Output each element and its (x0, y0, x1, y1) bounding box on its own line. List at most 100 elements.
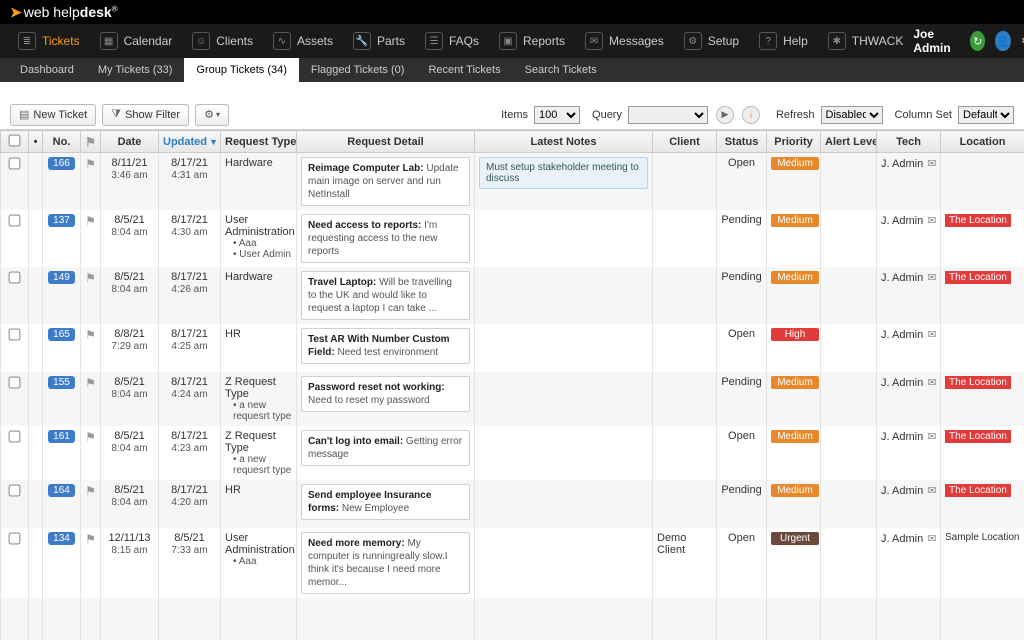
subtab[interactable]: Flagged Tickets (0) (299, 58, 417, 82)
gear-icon: ⚙ (684, 32, 702, 50)
nav-item-tickets[interactable]: ≣Tickets (8, 24, 90, 58)
subtab[interactable]: Group Tickets (34) (184, 58, 298, 82)
table-row[interactable]: 149⚑8/5/218:04 am8/17/214:26 amHardwareT… (1, 267, 1024, 324)
subtab[interactable]: Recent Tickets (416, 58, 512, 82)
ticket-number[interactable]: 149 (48, 271, 75, 284)
col-flag[interactable]: ⚑ (81, 131, 101, 153)
row-checkbox[interactable] (9, 329, 21, 341)
query-run-button[interactable]: ▶ (716, 106, 734, 124)
nav-item-calendar[interactable]: ▦Calendar (90, 24, 183, 58)
ticket-number[interactable]: 164 (48, 484, 75, 497)
flag-icon[interactable]: ⚑ (85, 484, 96, 498)
mail-icon[interactable]: ✉ (927, 377, 936, 389)
mail-icon[interactable]: ✉ (927, 431, 936, 443)
flag-icon[interactable]: ⚑ (85, 430, 96, 444)
flag-icon[interactable]: ⚑ (85, 157, 96, 171)
ticket-number[interactable]: 155 (48, 376, 75, 389)
col-client[interactable]: Client (653, 131, 717, 153)
col-reqtype[interactable]: Request Type (221, 131, 297, 153)
row-checkbox[interactable] (9, 272, 21, 284)
funnel-icon: ⧩ (111, 108, 121, 121)
nav-item-parts[interactable]: 🔧Parts (343, 24, 415, 58)
ticket-number[interactable]: 161 (48, 430, 75, 443)
items-select[interactable]: 100 (534, 106, 580, 124)
nav-item-help[interactable]: ?Help (749, 24, 818, 58)
table-row[interactable]: 155⚑8/5/218:04 am8/17/214:24 amZ Request… (1, 372, 1024, 426)
row-checkbox[interactable] (9, 431, 21, 443)
col-alert[interactable]: Alert Level (821, 131, 877, 153)
list-icon: ≣ (18, 32, 36, 50)
row-checkbox[interactable] (9, 533, 21, 545)
settings-menu-button[interactable]: ⚙▾ (195, 104, 229, 126)
request-detail[interactable]: Can't log into email: Getting error mess… (301, 430, 470, 466)
col-detail[interactable]: Request Detail (297, 131, 475, 153)
col-no[interactable]: No. (43, 131, 81, 153)
table-row[interactable]: 134⚑12/11/138:15 am8/5/217:33 amUser Adm… (1, 528, 1024, 598)
row-checkbox[interactable] (9, 485, 21, 497)
flag-icon[interactable]: ⚑ (85, 271, 96, 285)
table-row[interactable]: 164⚑8/5/218:04 am8/17/214:20 amHRSend em… (1, 480, 1024, 528)
table-row[interactable]: 161⚑8/5/218:04 am8/17/214:23 amZ Request… (1, 426, 1024, 480)
request-detail[interactable]: Need more memory: My computer is running… (301, 532, 470, 594)
subtab[interactable]: My Tickets (33) (86, 58, 185, 82)
tech-cell: J. Admin✉ (877, 153, 941, 211)
tech-cell: J. Admin✉ (877, 210, 941, 267)
status-indicator-icon[interactable]: ↻ (970, 31, 985, 51)
mail-icon[interactable]: ✉ (927, 158, 936, 170)
table-row[interactable]: 137⚑8/5/218:04 am8/17/214:30 amUser Admi… (1, 210, 1024, 267)
col-notes[interactable]: Latest Notes (475, 131, 653, 153)
avatar-icon[interactable]: 👤 (995, 31, 1010, 51)
request-detail[interactable]: Travel Laptop: Will be travelling to the… (301, 271, 470, 320)
nav-item-reports[interactable]: ▣Reports (489, 24, 575, 58)
flag-icon[interactable]: ⚑ (85, 376, 96, 390)
col-location[interactable]: Location (941, 131, 1024, 153)
nav-item-setup[interactable]: ⚙Setup (674, 24, 749, 58)
nav-item-faqs[interactable]: ☰FAQs (415, 24, 489, 58)
ticket-number[interactable]: 134 (48, 532, 75, 545)
flag-icon[interactable]: ⚑ (85, 328, 96, 342)
mail-icon[interactable]: ✉ (927, 272, 936, 284)
mail-icon[interactable]: ✉ (927, 215, 936, 227)
subtab[interactable]: Dashboard (8, 58, 86, 82)
nav-item-assets[interactable]: ∿Assets (263, 24, 343, 58)
show-filter-button[interactable]: ⧩ Show Filter (102, 104, 189, 126)
refresh-select[interactable]: Disabled (821, 106, 883, 124)
request-detail[interactable]: Need access to reports: I'm requesting a… (301, 214, 470, 263)
col-priority[interactable]: Priority (767, 131, 821, 153)
subtab[interactable]: Search Tickets (513, 58, 609, 82)
col-bullet[interactable]: • (29, 131, 43, 153)
flag-icon[interactable]: ⚑ (85, 532, 96, 546)
mail-icon[interactable]: ✉ (927, 329, 936, 341)
date-cell: 8/5/218:04 am (101, 210, 159, 267)
row-checkbox[interactable] (9, 377, 21, 389)
nav-item-thwack[interactable]: ✱THWACK (818, 24, 914, 58)
request-detail[interactable]: Password reset not working: Need to rese… (301, 376, 470, 412)
row-checkbox[interactable] (9, 158, 21, 170)
select-all-checkbox[interactable] (9, 134, 21, 146)
request-detail[interactable]: Test AR With Number Custom Field: Need t… (301, 328, 470, 364)
nav-item-messages[interactable]: ✉Messages (575, 24, 674, 58)
row-checkbox[interactable] (9, 215, 21, 227)
mail-icon[interactable]: ✉ (927, 533, 936, 545)
col-select[interactable] (1, 131, 29, 153)
table-row[interactable]: 165⚑8/8/217:29 am8/17/214:25 amHRTest AR… (1, 324, 1024, 372)
col-updated[interactable]: Updated▼ (159, 131, 221, 153)
query-label: Query (592, 109, 622, 121)
query-select[interactable] (628, 106, 708, 124)
ticket-number[interactable]: 137 (48, 214, 75, 227)
client-cell (653, 267, 717, 324)
query-info-button[interactable]: i (742, 106, 760, 124)
table-row[interactable]: 166⚑8/11/213:46 am8/17/214:31 amHardware… (1, 153, 1024, 211)
col-tech[interactable]: Tech (877, 131, 941, 153)
request-detail[interactable]: Send employee Insurance forms: New Emplo… (301, 484, 470, 520)
request-detail[interactable]: Reimage Computer Lab: Update main image … (301, 157, 470, 206)
col-status[interactable]: Status (717, 131, 767, 153)
mail-icon[interactable]: ✉ (927, 485, 936, 497)
nav-item-clients[interactable]: ☺Clients (182, 24, 263, 58)
new-ticket-button[interactable]: ▤ New Ticket (10, 104, 96, 126)
flag-icon[interactable]: ⚑ (85, 214, 96, 228)
ticket-number[interactable]: 166 (48, 157, 75, 170)
col-date[interactable]: Date (101, 131, 159, 153)
ticket-number[interactable]: 165 (48, 328, 75, 341)
columnset-select[interactable]: Default (958, 106, 1014, 124)
